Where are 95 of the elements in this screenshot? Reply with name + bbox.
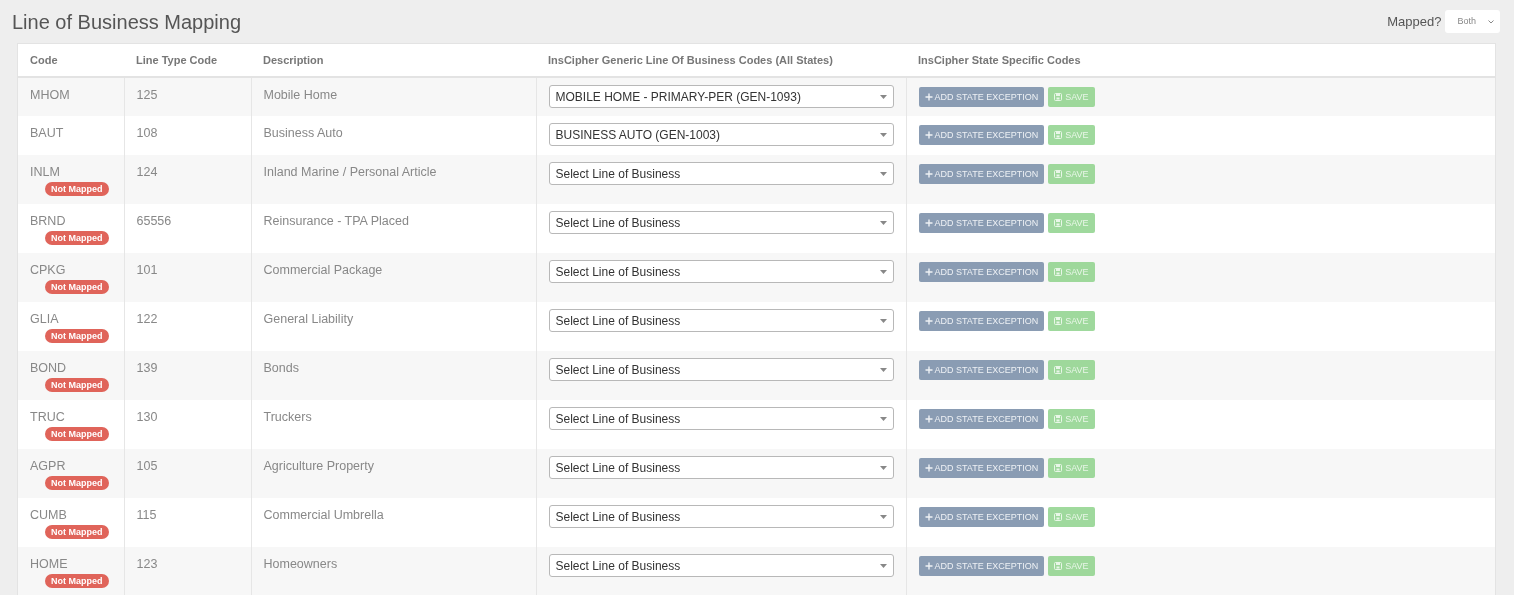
plus-icon: [924, 513, 933, 521]
line-of-business-select[interactable]: Select Line of Business: [548, 407, 894, 430]
caret-icon: [879, 269, 887, 274]
add-state-exception-button[interactable]: ADD STATE EXCEPTION: [918, 87, 1045, 107]
description-cell: Bonds: [263, 360, 299, 376]
column-header: InsCipher State Specific Codes: [918, 54, 1081, 66]
plus-icon: [924, 93, 933, 101]
caret-icon: [1488, 19, 1494, 24]
line-of-business-select[interactable]: Select Line of Business: [548, 456, 894, 479]
column-header: InsCipher Generic Line Of Business Codes (All States): [548, 54, 833, 66]
code-cell: HOME: [30, 556, 68, 572]
code-cell: GLIA: [30, 311, 59, 327]
caret-icon: [879, 171, 887, 176]
plus-icon: [924, 317, 933, 325]
plus-icon: [924, 170, 933, 178]
description-cell: Mobile Home: [263, 87, 338, 103]
code-cell: TRUC: [30, 409, 65, 425]
plus-icon: [924, 562, 933, 570]
column-header: Description: [263, 54, 324, 66]
line-of-business-select[interactable]: Select Line of Business: [548, 554, 894, 577]
code-cell: BOND: [30, 360, 67, 376]
add-state-exception-button[interactable]: ADD STATE EXCEPTION: [918, 458, 1045, 478]
add-state-exception-button[interactable]: ADD STATE EXCEPTION: [918, 360, 1045, 380]
add-state-exception-button[interactable]: ADD STATE EXCEPTION: [918, 507, 1045, 527]
code-cell: BRND: [30, 213, 66, 229]
line-type-code-cell: 125: [136, 87, 158, 103]
line-type-code-cell: 65556: [136, 213, 172, 229]
description-cell: Commercial Umbrella: [263, 507, 384, 523]
column-header: Code: [30, 54, 58, 66]
caret-icon: [879, 416, 887, 421]
line-of-business-select[interactable]: Select Line of Business: [548, 260, 894, 283]
plus-icon: [924, 131, 933, 139]
caret-icon: [879, 132, 887, 137]
caret-icon: [879, 94, 887, 99]
caret-icon: [879, 318, 887, 323]
description-cell: Reinsurance - TPA Placed: [263, 213, 409, 229]
add-state-exception-button[interactable]: ADD STATE EXCEPTION: [918, 311, 1045, 331]
plus-icon: [924, 366, 933, 374]
description-cell: Commercial Package: [263, 262, 383, 278]
description-cell: Homeowners: [263, 556, 338, 572]
plus-icon: [924, 219, 933, 227]
line-type-code-cell: 115: [136, 507, 157, 523]
line-of-business-select[interactable]: Select Line of Business: [548, 162, 894, 185]
not-mapped-badge: Not Mapped: [45, 280, 109, 294]
line-type-code-cell: 108: [136, 125, 158, 141]
add-state-exception-button[interactable]: ADD STATE EXCEPTION: [918, 262, 1045, 282]
caret-icon: [879, 465, 887, 470]
line-type-code-cell: 139: [136, 360, 158, 376]
line-type-code-cell: 101: [136, 262, 158, 278]
line-of-business-select[interactable]: Select Line of Business: [548, 505, 894, 528]
description-cell: Business Auto: [263, 125, 343, 141]
not-mapped-badge: Not Mapped: [45, 525, 109, 539]
line-of-business-select[interactable]: Select Line of Business: [548, 211, 894, 234]
add-state-exception-button[interactable]: ADD STATE EXCEPTION: [918, 164, 1045, 184]
description-cell: General Liability: [263, 311, 354, 327]
not-mapped-badge: Not Mapped: [45, 378, 109, 392]
code-cell: BAUT: [30, 125, 64, 141]
add-state-exception-button[interactable]: ADD STATE EXCEPTION: [918, 125, 1045, 145]
not-mapped-badge: Not Mapped: [45, 329, 109, 343]
not-mapped-badge: Not Mapped: [45, 427, 109, 441]
plus-icon: [924, 464, 933, 472]
description-cell: Truckers: [263, 409, 312, 425]
description-cell: Inland Marine / Personal Article: [263, 164, 437, 180]
code-cell: AGPR: [30, 458, 66, 474]
code-cell: CPKG: [30, 262, 66, 278]
add-state-exception-button[interactable]: ADD STATE EXCEPTION: [918, 213, 1045, 233]
not-mapped-badge: Not Mapped: [45, 231, 109, 245]
add-state-exception-button[interactable]: ADD STATE EXCEPTION: [918, 556, 1045, 576]
filter-label: Mapped?: [1387, 12, 1442, 31]
line-type-code-cell: 124: [136, 164, 158, 180]
caret-icon: [879, 367, 887, 372]
code-cell: CUMB: [30, 507, 67, 523]
description-cell: Agriculture Property: [263, 458, 374, 474]
plus-icon: [924, 415, 933, 423]
line-of-business-select[interactable]: Select Line of Business: [548, 358, 894, 381]
not-mapped-badge: Not Mapped: [45, 476, 109, 490]
line-type-code-cell: 122: [136, 311, 158, 327]
not-mapped-badge: Not Mapped: [45, 574, 109, 588]
column-header: Line Type Code: [136, 54, 218, 66]
code-cell: INLM: [30, 164, 60, 180]
line-of-business-select[interactable]: MOBILE HOME - PRIMARY-PER (GEN-1093): [548, 85, 894, 108]
code-cell: MHOM: [30, 87, 70, 103]
plus-icon: [924, 268, 933, 276]
mapped-filter-select[interactable]: Both: [1445, 9, 1500, 34]
caret-icon: [879, 514, 887, 519]
caret-icon: [879, 220, 887, 225]
line-of-business-select[interactable]: Select Line of Business: [548, 309, 894, 332]
add-state-exception-button[interactable]: ADD STATE EXCEPTION: [918, 409, 1045, 429]
line-type-code-cell: 130: [136, 409, 158, 425]
line-type-code-cell: 105: [136, 458, 158, 474]
not-mapped-badge: Not Mapped: [45, 182, 109, 196]
line-of-business-select[interactable]: BUSINESS AUTO (GEN-1003): [548, 123, 894, 146]
page-title: Line of Business Mapping: [12, 9, 242, 34]
line-type-code-cell: 123: [136, 556, 158, 572]
caret-icon: [879, 563, 887, 568]
